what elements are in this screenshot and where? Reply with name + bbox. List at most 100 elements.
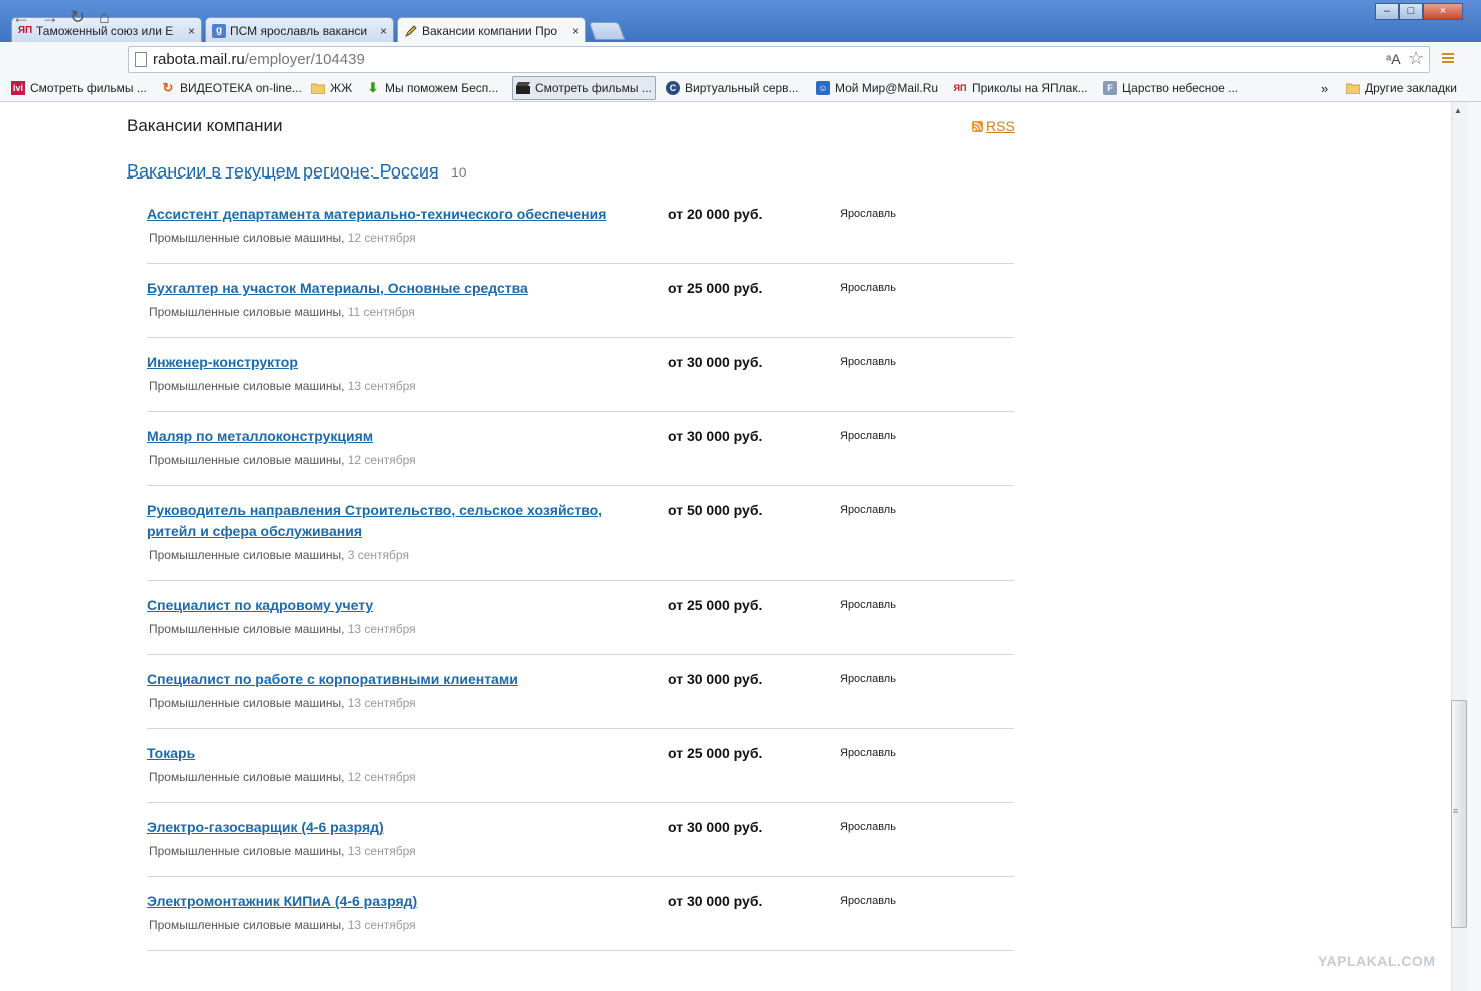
vacancy-title-link[interactable]: Специалист по кадровому учету xyxy=(147,595,627,616)
page-icon xyxy=(135,52,147,67)
vacancy-salary: от 25 000 руб. xyxy=(668,745,763,761)
vacancy-date: 13 сентября xyxy=(347,379,416,393)
vacancy-city: Ярославль xyxy=(840,208,896,220)
tab-2[interactable]: g ПСМ ярославль ваканси × xyxy=(205,17,394,43)
vacancy-meta: Промышленные силовые машины, 13 сентября xyxy=(149,918,416,932)
close-tab-icon[interactable]: × xyxy=(380,24,387,38)
back-arrow-icon[interactable]: ← xyxy=(12,8,30,26)
vacancy-title-link[interactable]: Ассистент департамента материально-техни… xyxy=(147,204,627,225)
google-favicon-icon: g xyxy=(212,23,226,38)
company-name: Промышленные силовые машины xyxy=(149,844,342,858)
vacancy-salary: от 30 000 руб. xyxy=(668,354,763,370)
vacancy-title-link[interactable]: Руководитель направления Строительство, … xyxy=(147,500,627,542)
watermark: YAPLAKAL.COM xyxy=(1318,953,1436,969)
vacancy-salary: от 30 000 руб. xyxy=(668,428,763,444)
company-name: Промышленные силовые машины xyxy=(149,305,342,319)
region-link[interactable]: Вакансии в текущем регионе: Россия xyxy=(127,161,439,182)
menu-icon[interactable] xyxy=(1441,51,1455,65)
vacancy-meta: Промышленные силовые машины, 12 сентября xyxy=(149,231,416,245)
star-icon[interactable]: ☆ xyxy=(1408,48,1424,69)
bookmark-item[interactable]: Смотреть фильмы ... xyxy=(512,76,656,100)
c-logo-icon: C xyxy=(666,81,680,95)
rss-link[interactable]: RSS xyxy=(972,118,1015,134)
vacancy-city: Ярославль xyxy=(840,282,896,294)
vacancy-date: 11 сентября xyxy=(347,305,415,319)
vacancy-date: 12 сентября xyxy=(347,453,416,467)
translate-icon[interactable]: ᵃA xyxy=(1386,51,1401,67)
company-name: Промышленные силовые машины xyxy=(149,770,342,784)
vacancy-meta: Промышленные силовые машины, 12 сентября xyxy=(149,453,416,467)
vacancy-count: 10 xyxy=(451,164,467,180)
forward-arrow-icon[interactable]: → xyxy=(41,8,59,26)
vacancy-row: Инженер-конструктор от 30 000 руб. Яросл… xyxy=(147,352,1014,412)
vacancy-row: Руководитель направления Строительство, … xyxy=(147,500,1014,581)
tab-3-active[interactable]: Вакансии компании Про × xyxy=(397,17,586,43)
bookmark-item[interactable]: ivi Смотреть фильмы ... xyxy=(11,78,147,98)
yaplakal-icon: ЯП xyxy=(953,83,967,93)
bookmarks-more-button[interactable]: » xyxy=(1321,78,1328,98)
rss-icon xyxy=(972,120,983,132)
vacancy-city: Ярославль xyxy=(840,504,896,516)
vacancy-date: 12 сентября xyxy=(347,770,416,784)
bookmark-item[interactable]: C Виртуальный серв... xyxy=(666,78,799,98)
vacancy-city: Ярославль xyxy=(840,356,896,368)
vacancy-date: 3 сентября xyxy=(347,548,409,562)
vacancy-meta: Промышленные силовые машины, 13 сентября xyxy=(149,622,416,636)
vacancy-row: Электромонтажник КИПиА (4-6 разряд) от 3… xyxy=(147,891,1014,951)
vacancy-title-link[interactable]: Маляр по металлоконструкциям xyxy=(147,426,627,447)
bookmark-item[interactable]: ЯП Приколы на ЯПлак... xyxy=(953,78,1088,98)
company-name: Промышленные силовые машины xyxy=(149,548,342,562)
url-host: rabota.mail.ru xyxy=(153,51,245,68)
vacancy-date: 13 сентября xyxy=(347,918,416,932)
url-path: /employer/104439 xyxy=(244,51,365,68)
vacancy-title-link[interactable]: Бухгалтер на участок Материалы, Основные… xyxy=(147,278,627,299)
vacancy-title-link[interactable]: Электромонтажник КИПиА (4-6 разряд) xyxy=(147,891,627,912)
bookmark-item[interactable]: ЖЖ xyxy=(311,78,352,98)
tab-title: Вакансии компании Про xyxy=(422,23,558,38)
vacancy-row: Ассистент департамента материально-техни… xyxy=(147,204,1014,264)
bookmark-item[interactable]: ☺ Мой Мир@Mail.Ru xyxy=(816,78,938,98)
company-name: Промышленные силовые машины xyxy=(149,696,342,710)
bookmark-item[interactable]: F Царство небесное ... xyxy=(1103,78,1238,98)
company-name: Промышленные силовые машины xyxy=(149,231,342,245)
bookmark-label: ВИДЕОТЕКА on-line... xyxy=(180,81,302,95)
bookmark-label: Мы поможем Бесп... xyxy=(385,81,499,95)
home-icon[interactable]: ⌂ xyxy=(99,8,110,26)
company-name: Промышленные силовые машины xyxy=(149,622,342,636)
vacancy-title-link[interactable]: Токарь xyxy=(147,743,627,764)
bookmark-item[interactable]: ⬇ Мы поможем Бесп... xyxy=(366,78,499,98)
tab-title: ПСМ ярославль ваканси xyxy=(230,23,368,38)
bookmark-label: Виртуальный серв... xyxy=(685,81,799,95)
vacancy-row: Токарь от 25 000 руб. Ярославль Промышле… xyxy=(147,743,1014,803)
vacancy-salary: от 50 000 руб. xyxy=(668,502,763,518)
bookmark-label: Смотреть фильмы ... xyxy=(30,81,147,95)
bookmark-item[interactable]: ↻ ВИДЕОТЕКА on-line... xyxy=(161,78,302,98)
company-name: Промышленные силовые машины xyxy=(149,379,342,393)
close-tab-icon[interactable]: × xyxy=(572,24,579,38)
vacancy-salary: от 30 000 руб. xyxy=(668,671,763,687)
bookmark-label: Другие закладки xyxy=(1365,81,1457,95)
minimize-button[interactable]: – xyxy=(1375,3,1399,20)
vacancy-title-link[interactable]: Специалист по работе с корпоративными кл… xyxy=(147,669,627,690)
browser-window: ЯП Таможенный союз или Е × g ПСМ ярослав… xyxy=(0,0,1481,991)
new-tab-button[interactable] xyxy=(588,22,626,40)
other-bookmarks-folder[interactable]: Другие закладки xyxy=(1346,78,1457,98)
reload-icon[interactable]: ↻ xyxy=(70,8,85,26)
scroll-up-arrow-icon[interactable]: ▲ xyxy=(1454,106,1462,115)
vacancy-salary: от 25 000 руб. xyxy=(668,280,763,296)
folder-icon xyxy=(1346,81,1360,95)
vacancy-title-link[interactable]: Электро-газосварщик (4-6 разряд) xyxy=(147,817,627,838)
close-tab-icon[interactable]: × xyxy=(188,24,195,38)
f-icon: F xyxy=(1103,81,1117,95)
close-window-button[interactable]: × xyxy=(1423,3,1463,20)
grip-icon: ≡ xyxy=(1453,806,1459,816)
pen-favicon-icon xyxy=(404,24,418,38)
maximize-button[interactable]: □ xyxy=(1399,3,1423,20)
url-text[interactable]: rabota.mail.ru/employer/104439 xyxy=(153,51,365,68)
vacancy-row: Маляр по металлоконструкциям от 30 000 р… xyxy=(147,426,1014,486)
vacancy-row: Бухгалтер на участок Материалы, Основные… xyxy=(147,278,1014,338)
vacancy-date: 13 сентября xyxy=(347,844,416,858)
page-title: Вакансии компании xyxy=(127,116,283,135)
vacancy-title-link[interactable]: Инженер-конструктор xyxy=(147,352,627,373)
company-name: Промышленные силовые машины xyxy=(149,918,342,932)
